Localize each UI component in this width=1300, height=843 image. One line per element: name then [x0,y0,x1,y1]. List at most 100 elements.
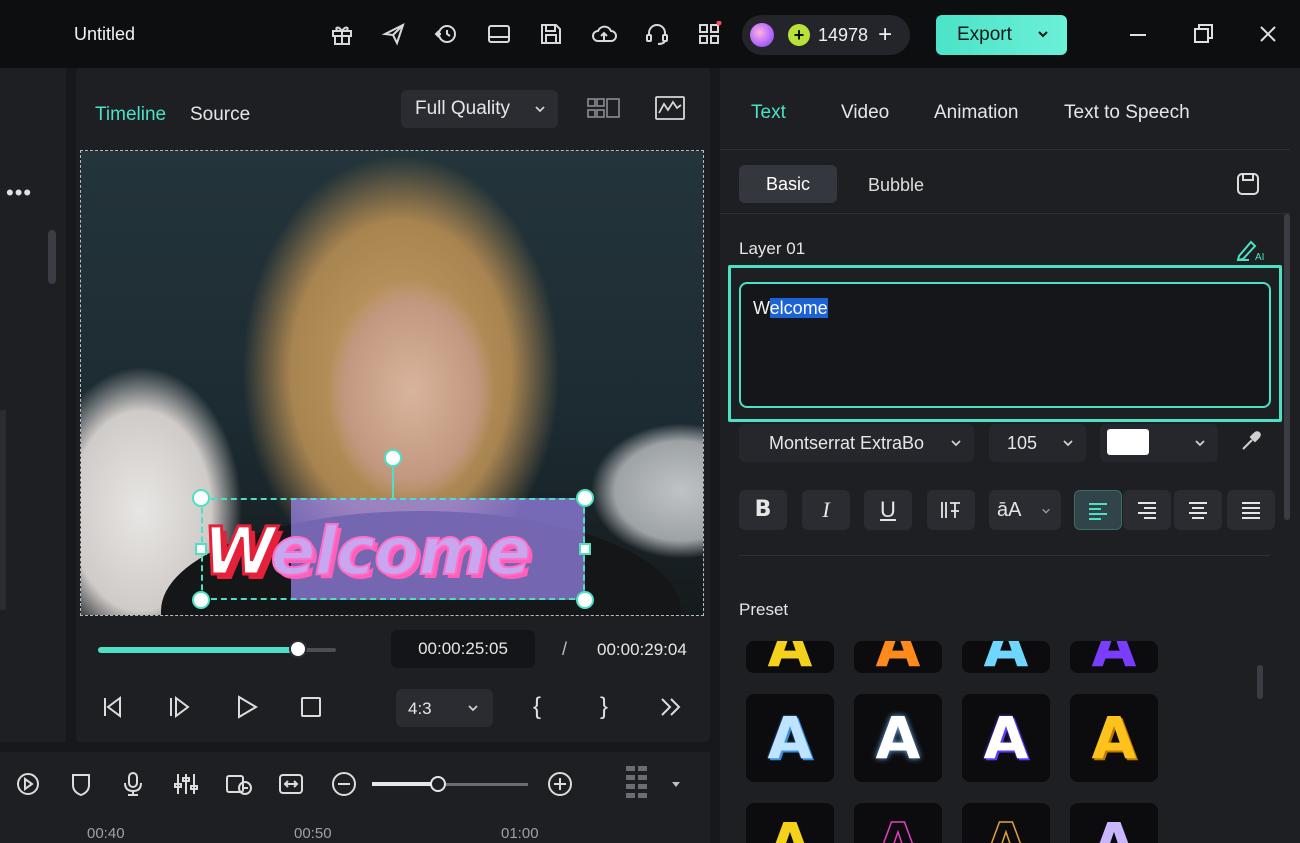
next-frame-icon[interactable] [167,692,195,722]
preset-tile[interactable]: A [854,803,942,843]
credit-coin-icon: + [788,24,810,46]
ai-edit-icon[interactable]: AI [1235,236,1267,262]
current-time[interactable]: 00:00:25:05 [391,630,535,668]
caption-bounding-box[interactable] [201,498,585,600]
zoom-in-icon[interactable] [546,770,574,798]
text-case-label: āA [997,499,1022,521]
text-color-swatch[interactable] [1107,429,1149,455]
resize-handle-top-right[interactable] [576,489,594,507]
eyedropper-icon[interactable] [1240,430,1262,452]
tab-source[interactable]: Source [190,104,250,126]
save-preset-icon[interactable] [1235,171,1261,197]
preset-tile[interactable]: A [1070,641,1158,673]
video-preview[interactable]: Welcome [80,150,704,616]
playhead-knob[interactable] [289,640,307,658]
preset-tile[interactable]: A [962,641,1050,673]
speed-icon[interactable] [14,770,42,798]
text-spacing-button[interactable] [927,490,975,530]
media-panel-scrollbar[interactable] [48,230,56,284]
preset-tile[interactable]: A [854,694,942,782]
preset-tile[interactable]: A [962,803,1050,843]
font-size-value: 105 [1007,433,1038,453]
gift-icon[interactable] [329,21,357,49]
resize-handle-top-left[interactable] [192,489,210,507]
timeline-zoom-knob[interactable] [430,776,446,792]
preset-section-title: Preset [739,600,789,619]
chevron-down-icon [1063,440,1073,447]
replace-clip-icon[interactable] [224,770,254,798]
save-icon[interactable] [538,21,566,49]
credits-pill[interactable]: + 14978 + [742,15,910,55]
layout-icon[interactable] [486,21,514,49]
cloud-upload-icon[interactable] [591,21,619,49]
font-family-select[interactable]: Montserrat ExtraBo [739,424,974,462]
preset-tile[interactable]: A [962,694,1050,782]
more-options-icon[interactable]: ••• [6,180,32,206]
preset-tile[interactable]: A [1070,694,1158,782]
tab-text[interactable]: Text [751,102,786,124]
fit-timeline-icon[interactable] [277,770,305,798]
text-case-button[interactable]: āA [989,490,1061,530]
add-credits-button[interactable]: + [878,23,892,47]
resize-handle-right[interactable] [579,543,591,555]
apps-grid-icon[interactable] [696,21,724,49]
preset-tile[interactable]: A [746,641,834,673]
properties-scrollbar[interactable] [1284,214,1290,520]
cloud-sync-icon[interactable] [433,21,461,49]
more-controls-icon[interactable] [657,692,685,722]
tab-text-to-speech[interactable]: Text to Speech [1064,102,1190,124]
align-left-button[interactable] [1074,490,1122,530]
rotate-handle-stem [392,465,394,498]
preset-tile[interactable]: A [854,641,942,673]
resize-handle-bottom-right[interactable] [576,591,594,609]
rotate-handle[interactable] [384,449,402,467]
tab-timeline[interactable]: Timeline [95,104,166,126]
underline-button[interactable]: U [864,490,912,530]
audio-mixer-icon[interactable] [172,770,200,798]
chevron-down-icon[interactable] [1036,27,1050,41]
align-justify-button[interactable] [1227,490,1275,530]
headset-icon[interactable] [644,21,672,49]
tab-animation[interactable]: Animation [934,102,1019,124]
quality-value: Full Quality [415,98,511,119]
play-icon[interactable] [233,692,261,722]
previous-frame-icon[interactable] [100,692,128,722]
preset-tile[interactable]: A [746,803,834,843]
restore-icon[interactable] [1189,20,1217,48]
grid-view-icon[interactable] [586,96,622,122]
export-button[interactable]: Export [936,15,1067,55]
quality-select[interactable]: Full Quality [401,90,558,128]
align-center-button[interactable] [1174,490,1222,530]
subtab-basic[interactable]: Basic [739,165,837,203]
caption-text-input[interactable]: Welcome [739,282,1271,408]
zoom-out-icon[interactable] [330,770,358,798]
microphone-icon[interactable] [119,770,147,798]
divider [739,555,1270,556]
resize-handle-bottom-left[interactable] [192,591,210,609]
italic-button[interactable]: I [802,490,850,530]
bold-button[interactable]: B [739,490,787,530]
mark-in-button[interactable]: { [533,693,541,721]
align-right-button[interactable] [1123,490,1171,530]
subtab-bubble[interactable]: Bubble [868,175,924,196]
avatar[interactable] [750,23,774,47]
scope-icon[interactable] [654,94,686,122]
preset-tile[interactable]: A [746,694,834,782]
aspect-ratio-select[interactable]: 4:3 [396,689,493,727]
stop-icon[interactable] [297,692,325,722]
preset-tile[interactable]: A [1070,803,1158,843]
resize-handle-left[interactable] [195,543,207,555]
send-icon[interactable] [381,21,409,49]
chevron-down-icon [1195,440,1205,447]
caret-down-icon[interactable] [670,780,682,790]
chevron-down-icon [535,106,545,113]
close-icon[interactable] [1254,20,1282,48]
track-layout-icon[interactable] [624,764,650,804]
minimize-icon[interactable] [1124,20,1152,48]
font-size-select[interactable]: 105 [989,424,1086,462]
preset-scrollbar[interactable] [1257,665,1263,699]
mark-out-button[interactable]: } [600,693,608,721]
tab-video[interactable]: Video [841,102,889,124]
credits-value: 14978 [818,24,869,45]
mask-shield-icon[interactable] [67,770,95,798]
